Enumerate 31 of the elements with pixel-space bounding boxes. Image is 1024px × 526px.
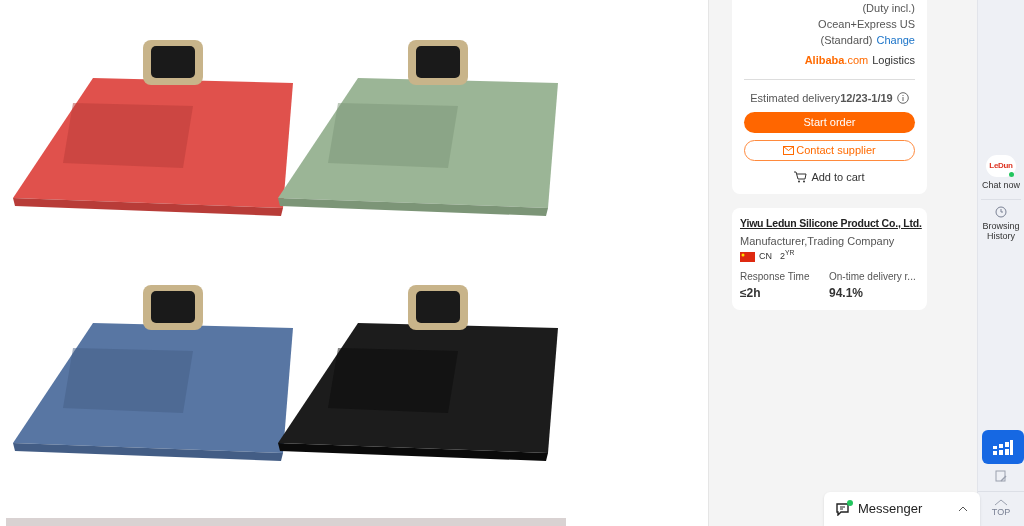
supplier-type: Manufacturer,Trading Company	[740, 234, 896, 250]
estimated-delivery: Estimated delivery12/23-1/19	[750, 90, 893, 106]
back-to-top-button[interactable]: TOP	[991, 492, 1011, 526]
chat-now-button[interactable]: LeDun Chat now	[982, 155, 1020, 193]
edit-form-icon[interactable]	[994, 470, 1008, 483]
supplier-country: CN	[759, 249, 772, 263]
dashboard-button[interactable]	[982, 430, 1024, 464]
supplier-years: 2$^{YR}$	[780, 249, 795, 263]
stat-value: ≤2h	[740, 285, 762, 303]
stat-value: 94.1%	[829, 285, 865, 303]
chevron-up-icon	[958, 506, 968, 512]
clock-icon	[995, 205, 1007, 218]
envelope-icon	[783, 146, 795, 155]
cart-icon	[794, 171, 808, 184]
chevron-up-icon	[994, 498, 1008, 506]
add-to-cart-button[interactable]: Add to cart	[794, 169, 865, 186]
stat-label: On-time delivery r...	[829, 270, 917, 285]
messenger-button[interactable]: Messenger	[824, 492, 980, 526]
change-link[interactable]: Change	[876, 32, 915, 48]
china-flag-icon	[740, 251, 755, 262]
duty-note: (Duty incl.)	[861, 1, 915, 16]
browsing-history-button[interactable]: Browsing History	[979, 205, 1023, 241]
chat-icon	[836, 502, 850, 516]
supplier-logo: LeDun	[989, 160, 1013, 172]
shipping-method-detail: (Standard)	[820, 33, 873, 48]
logistics-logo: Alibaba.com	[804, 53, 869, 68]
info-icon[interactable]	[896, 91, 909, 104]
shipping-method: Ocean+Express US	[818, 17, 915, 32]
bar-chart-icon	[993, 439, 1013, 455]
logistics-label: Logistics	[872, 53, 915, 68]
stat-label: Response Time	[740, 270, 811, 285]
